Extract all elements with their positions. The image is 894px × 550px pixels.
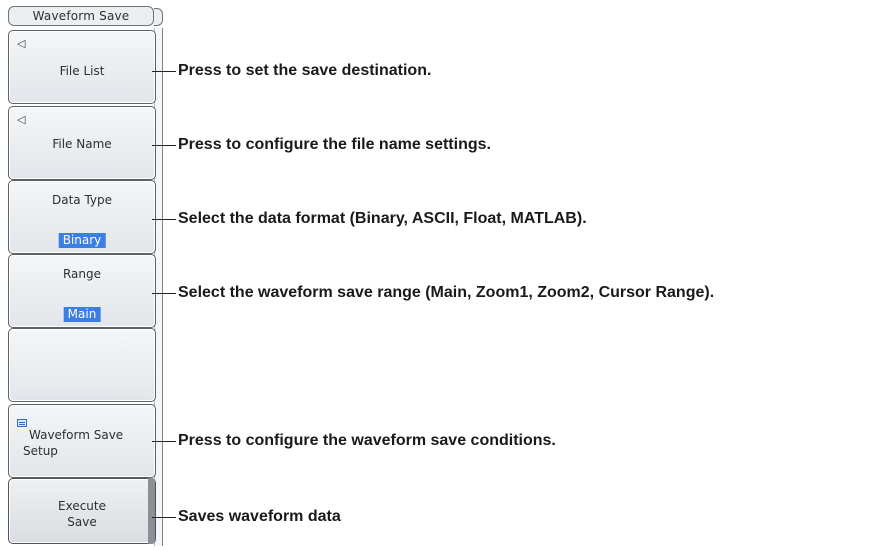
execute-save-label-line2: Save xyxy=(67,515,97,529)
data-type-label: Data Type xyxy=(51,193,113,207)
range-button[interactable]: Range Main xyxy=(8,254,156,328)
setup-icon xyxy=(17,419,27,427)
file-name-label: File Name xyxy=(52,137,112,151)
execute-key-highlight-bar xyxy=(148,478,155,544)
leader-line xyxy=(152,71,176,72)
menu-title-tab xyxy=(154,8,163,26)
blank-soft-key[interactable] xyxy=(8,328,156,402)
range-label: Range xyxy=(62,267,102,281)
range-value: Main xyxy=(63,307,101,322)
execute-save-label-line1: Execute xyxy=(58,499,106,513)
leader-line xyxy=(152,145,176,146)
callout-waveform-save-setup: Press to configure the waveform save con… xyxy=(178,432,556,449)
callout-range: Select the waveform save range (Main, Zo… xyxy=(178,284,715,301)
file-list-button[interactable]: ◁ File List xyxy=(8,30,156,104)
data-type-value: Binary xyxy=(58,233,106,248)
menu-title: Waveform Save xyxy=(8,6,154,26)
file-list-label: File List xyxy=(59,64,105,78)
back-arrow-icon: ◁ xyxy=(17,37,26,50)
data-type-button[interactable]: Data Type Binary xyxy=(8,180,156,254)
waveform-save-setup-button[interactable]: Waveform Save Setup xyxy=(8,404,156,478)
waveform-save-setup-label-line1: Waveform Save xyxy=(29,428,124,442)
waveform-save-setup-label-line2: Setup xyxy=(23,444,58,458)
leader-line xyxy=(152,517,176,518)
callout-file-list: Press to set the save destination. xyxy=(178,62,432,79)
waveform-save-diagram: Waveform Save ◁ File List ◁ File Name Da… xyxy=(0,0,894,550)
leader-line xyxy=(152,219,176,220)
callout-file-name: Press to configure the file name setting… xyxy=(178,136,491,153)
leader-line xyxy=(152,293,176,294)
callout-execute-save: Saves waveform data xyxy=(178,508,341,525)
callout-data-type: Select the data format (Binary, ASCII, F… xyxy=(178,210,587,227)
back-arrow-icon: ◁ xyxy=(17,113,26,126)
leader-line xyxy=(152,441,176,442)
execute-save-button[interactable]: Execute Save xyxy=(8,478,156,544)
file-name-button[interactable]: ◁ File Name xyxy=(8,106,156,180)
